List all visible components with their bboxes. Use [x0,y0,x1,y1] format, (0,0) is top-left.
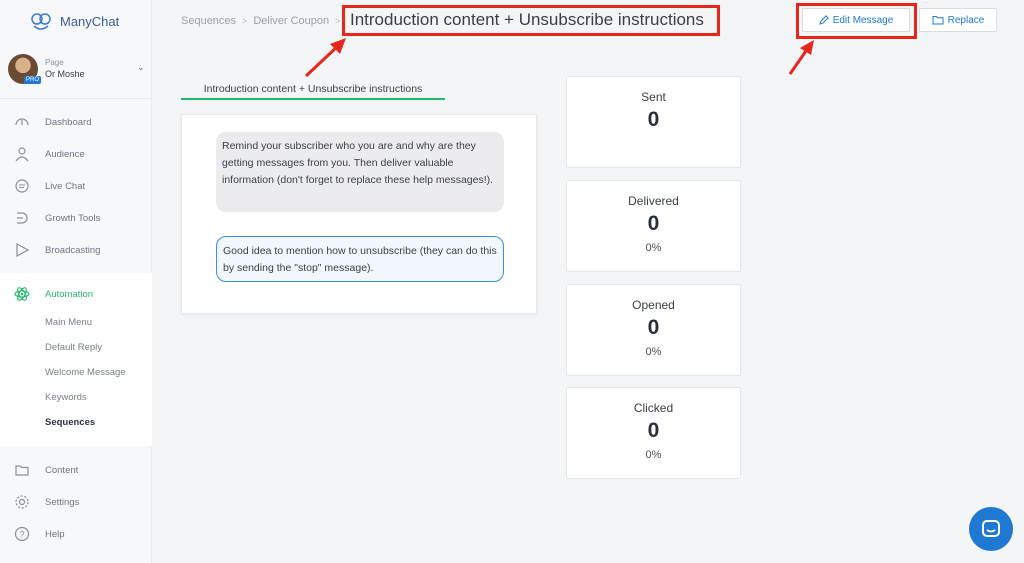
manychat-logo-icon [31,13,51,30]
sidebar-subitem-sequences[interactable]: Sequences [45,417,95,428]
sidebar-item-label: Automation [45,288,94,300]
folder-icon [15,465,29,476]
sidebar-item-label: Help [45,528,65,540]
stat-value: 0 [647,108,660,131]
message-bubble: Remind your subscriber who you are and w… [216,132,504,212]
svg-text:?: ? [19,530,24,540]
breadcrumb-item-deliver-coupon[interactable]: Deliver Coupon [253,15,329,27]
sidebar-item-label: Dashboard [45,116,92,128]
page-title: Introduction content + Unsubscribe instr… [350,10,704,29]
chevron-down-icon: ⌄ [137,62,145,72]
sidebar-subitem-main-menu[interactable]: Main Menu [45,317,92,328]
growth-icon [17,212,28,224]
stat-card-delivered: Delivered 0 0% [566,180,741,272]
replace-label: Replace [947,14,985,26]
stat-label: Sent [641,90,666,104]
sidebar-item-help[interactable]: ? Help [0,520,152,548]
stat-percent: 0% [645,346,662,358]
annotation-arrow-title [304,38,346,78]
sidebar-item-label: Audience [45,148,85,160]
breadcrumb-separator: > [335,16,341,26]
edit-message-button[interactable]: Edit Message [802,8,910,32]
replace-button[interactable]: Replace [919,8,997,32]
pro-badge: PRO [24,76,42,84]
stat-card-clicked: Clicked 0 0% [566,387,741,479]
message-preview-card: Remind your subscriber who you are and w… [181,114,537,314]
sidebar-item-content[interactable]: Content [0,456,152,484]
sidebar-item-live-chat[interactable]: Live Chat [0,172,152,200]
sidebar-subitem-keywords[interactable]: Keywords [45,392,87,403]
sidebar-item-settings[interactable]: Settings [0,488,152,516]
sidebar: ManyChat PRO Page Or Moshe ⌄ Dashboard A… [0,0,152,563]
stat-label: Delivered [628,194,679,208]
atom-icon [14,287,30,301]
chat-bubble-icon [15,179,29,193]
folder-icon [932,16,944,25]
pen-icon [818,15,829,25]
stat-percent: 0% [645,242,662,254]
gear-icon [15,495,29,509]
stat-card-sent: Sent 0 [566,76,741,168]
stat-label: Opened [632,298,675,312]
breadcrumb-item-sequences[interactable]: Sequences [181,15,236,27]
tab-intro-content[interactable]: Introduction content + Unsubscribe instr… [181,82,445,100]
sidebar-item-automation[interactable]: Automation [0,280,152,308]
brand[interactable]: ManyChat [30,10,119,32]
sidebar-item-label: Settings [45,496,80,508]
send-icon [16,242,30,258]
chat-widget-button[interactable] [969,507,1013,551]
page-name: Or Moshe [45,69,85,79]
sidebar-item-label: Content [45,464,79,476]
sidebar-item-growth-tools[interactable]: Growth Tools [0,204,152,232]
sidebar-item-label: Live Chat [45,180,86,192]
stat-value: 0 [647,212,660,235]
speedometer-icon [15,118,29,126]
page-label: Page [45,58,64,67]
person-icon [15,147,29,162]
sidebar-item-label: Broadcasting [45,244,101,256]
chat-widget-icon [982,520,1000,537]
sidebar-item-label: Growth Tools [45,212,101,224]
stat-value: 0 [647,419,660,442]
breadcrumb: Sequences > Deliver Coupon > [181,14,346,28]
sidebar-item-dashboard[interactable]: Dashboard [0,108,152,136]
stat-percent: 0% [645,449,662,461]
page-selector[interactable]: PRO Page Or Moshe ⌄ [0,48,152,92]
brand-name: ManyChat [60,13,120,29]
edit-message-label: Edit Message [832,14,894,26]
breadcrumb-separator: > [242,16,248,26]
sidebar-subitem-default-reply[interactable]: Default Reply [45,342,102,353]
stat-label: Clicked [633,401,674,415]
sidebar-divider [0,98,152,99]
message-bubble-selected[interactable]: Good idea to mention how to unsubscribe … [216,236,504,282]
stat-card-opened: Opened 0 0% [566,284,741,376]
stat-value: 0 [647,316,660,339]
sidebar-item-audience[interactable]: Audience [0,140,152,168]
sidebar-subitem-welcome-message[interactable]: Welcome Message [45,367,126,378]
question-icon: ? [14,526,30,542]
annotation-arrow-edit [788,40,814,75]
sidebar-item-broadcasting[interactable]: Broadcasting [0,236,152,264]
